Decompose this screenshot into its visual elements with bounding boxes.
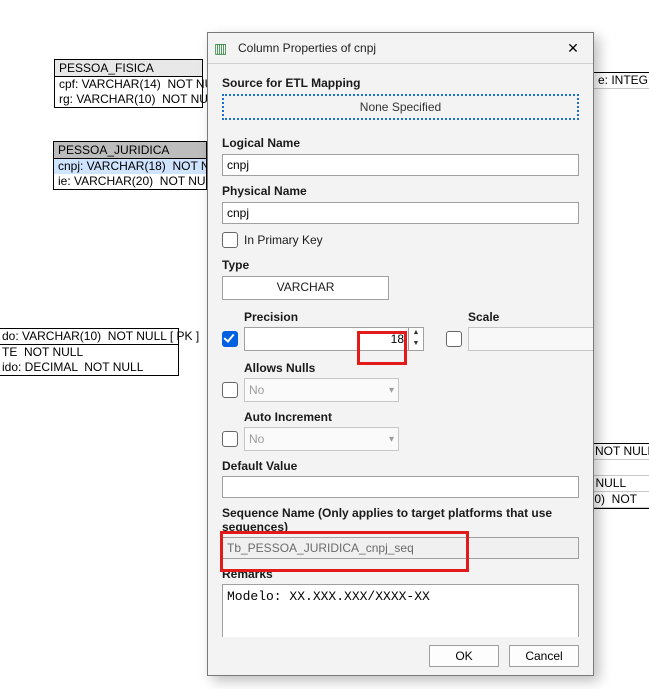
in-primary-key-label: In Primary Key — [244, 233, 323, 247]
allows-nulls-value: No — [249, 383, 389, 397]
remarks-label: Remarks — [222, 567, 579, 581]
default-value-label: Default Value — [222, 459, 579, 473]
erd-table-fragment-right1[interactable]: e: INTEGER — [593, 72, 649, 104]
cancel-button[interactable]: Cancel — [509, 645, 579, 667]
chevron-down-icon[interactable]: ▾ — [389, 434, 394, 445]
type-value: VARCHAR — [277, 280, 335, 294]
auto-increment-checkbox[interactable] — [222, 431, 238, 447]
precision-checkbox[interactable] — [222, 331, 238, 347]
erd-column-row[interactable]: e: INTEGER — [594, 73, 649, 89]
logical-name-input[interactable] — [222, 154, 579, 176]
erd-table-pessoa-fisica[interactable]: PESSOA_FISICA cpf: VARCHAR(14) NOT NULL … — [54, 59, 203, 108]
precision-input[interactable] — [245, 328, 408, 350]
column-properties-dialog: ▥ Column Properties of cnpj ✕ Source for… — [207, 32, 594, 676]
logical-name-label: Logical Name — [222, 136, 579, 150]
auto-increment-value: No — [249, 432, 389, 446]
dialog-titlebar[interactable]: ▥ Column Properties of cnpj ✕ — [208, 33, 593, 63]
in-primary-key-checkbox[interactable] — [222, 232, 238, 248]
default-value-input[interactable] — [222, 476, 579, 498]
erd-column-row-selected[interactable]: cnpj: VARCHAR(18) NOT NULL — [54, 159, 206, 174]
physical-name-input[interactable] — [222, 202, 579, 224]
erd-column-row[interactable]: do: VARCHAR(10) NOT NULL [ PK ] — [0, 329, 178, 345]
etl-source-value: None Specified — [360, 100, 441, 114]
erd-title: PESSOA_FISICA — [55, 60, 202, 77]
precision-label: Precision — [222, 310, 424, 324]
source-for-etl-label: Source for ETL Mapping — [222, 76, 579, 90]
erd-column-row[interactable]: ido: DECIMAL NOT NULL — [0, 360, 178, 375]
erd-column-row[interactable]: cpf: VARCHAR(14) NOT NULL — [55, 77, 202, 92]
ok-button[interactable]: OK — [429, 645, 499, 667]
dialog-title: Column Properties of cnpj — [234, 41, 559, 55]
auto-increment-label: Auto Increment — [222, 410, 579, 424]
allows-nulls-checkbox[interactable] — [222, 382, 238, 398]
remarks-textarea[interactable] — [222, 584, 579, 637]
precision-spinner[interactable]: ▲▼ — [408, 328, 423, 350]
sequence-name-label: Sequence Name (Only applies to target pl… — [222, 506, 579, 534]
sequence-name-input — [222, 537, 579, 559]
etl-source-box[interactable]: None Specified — [222, 94, 579, 120]
erd-column-row[interactable]: rg: VARCHAR(10) NOT NULL — [55, 92, 202, 107]
erd-table-fragment-left[interactable]: do: VARCHAR(10) NOT NULL [ PK ] TE NOT N… — [0, 328, 179, 376]
scale-input — [469, 328, 593, 350]
erd-column-row[interactable]: TE NOT NULL — [0, 345, 178, 360]
scale-checkbox[interactable] — [446, 331, 462, 347]
erd-title: PESSOA_JURIDICA — [54, 142, 206, 159]
type-label: Type — [222, 258, 579, 272]
table-icon: ▥ — [214, 40, 230, 56]
scale-label: Scale — [446, 310, 593, 324]
chevron-down-icon[interactable]: ▾ — [389, 385, 394, 396]
close-button[interactable]: ✕ — [559, 36, 587, 60]
erd-column-row[interactable]: ie: VARCHAR(20) NOT NULL — [54, 174, 206, 189]
erd-table-pessoa-juridica[interactable]: PESSOA_JURIDICA cnpj: VARCHAR(18) NOT NU… — [53, 141, 207, 190]
type-value-box[interactable]: VARCHAR — [222, 276, 389, 300]
physical-name-label: Physical Name — [222, 184, 579, 198]
allows-nulls-label: Allows Nulls — [222, 361, 579, 375]
